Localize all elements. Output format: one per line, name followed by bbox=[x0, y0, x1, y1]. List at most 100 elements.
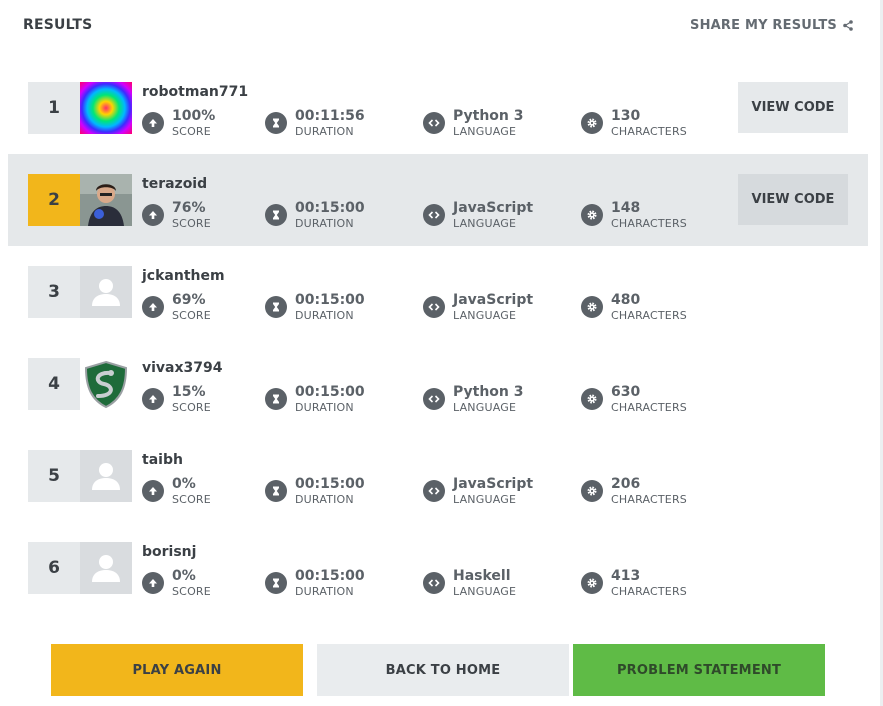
gear-icon bbox=[581, 388, 603, 410]
duration-label: DURATION bbox=[295, 309, 354, 322]
duration-label: DURATION bbox=[295, 493, 354, 506]
hourglass-icon bbox=[265, 296, 287, 318]
duration-stat: 00:15:00 DURATION bbox=[265, 474, 365, 508]
hourglass-icon bbox=[265, 572, 287, 594]
duration-value: 00:11:56 bbox=[295, 108, 365, 124]
play-again-button[interactable]: PLAY AGAIN bbox=[51, 644, 303, 696]
characters-label: CHARACTERS bbox=[611, 401, 687, 414]
avatar bbox=[80, 82, 132, 134]
arrow-up-icon bbox=[142, 296, 164, 318]
duration-value: 00:15:00 bbox=[295, 200, 365, 216]
language-label: LANGUAGE bbox=[453, 125, 517, 138]
duration-label: DURATION bbox=[295, 401, 354, 414]
score-value: 76% bbox=[172, 200, 206, 216]
score-stat: 0% SCORE bbox=[142, 566, 211, 600]
default-user-icon bbox=[92, 279, 120, 306]
duration-stat: 00:15:00 DURATION bbox=[265, 198, 365, 232]
characters-value: 480 bbox=[611, 292, 641, 308]
duration-value: 00:15:00 bbox=[295, 568, 365, 584]
characters-label: CHARACTERS bbox=[611, 125, 687, 138]
characters-label: CHARACTERS bbox=[611, 309, 687, 322]
language-label: LANGUAGE bbox=[453, 309, 517, 322]
score-label: SCORE bbox=[172, 585, 211, 598]
score-label: SCORE bbox=[172, 309, 211, 322]
username: robotman771 bbox=[142, 84, 249, 100]
characters-label: CHARACTERS bbox=[611, 493, 687, 506]
language-stat: Python 3 LANGUAGE bbox=[423, 382, 524, 416]
rank-badge: 6 bbox=[28, 542, 80, 594]
hourglass-icon bbox=[265, 480, 287, 502]
characters-label: CHARACTERS bbox=[611, 217, 687, 230]
share-results-button[interactable]: SHARE MY RESULTS bbox=[690, 18, 853, 33]
rank-badge: 3 bbox=[28, 266, 80, 318]
duration-value: 00:15:00 bbox=[295, 384, 365, 400]
language-value: Haskell bbox=[453, 568, 511, 584]
score-label: SCORE bbox=[172, 493, 211, 506]
page-title: RESULTS bbox=[23, 17, 93, 33]
score-value: 0% bbox=[172, 476, 196, 492]
characters-stat: 413 CHARACTERS bbox=[581, 566, 687, 600]
characters-label: CHARACTERS bbox=[611, 585, 687, 598]
code-icon bbox=[423, 572, 445, 594]
hourglass-icon bbox=[265, 204, 287, 226]
language-value: Python 3 bbox=[453, 384, 524, 400]
username: taibh bbox=[142, 452, 183, 468]
rainbow-avatar-image bbox=[80, 82, 132, 134]
code-icon bbox=[423, 204, 445, 226]
language-stat: JavaScript LANGUAGE bbox=[423, 198, 533, 232]
language-label: LANGUAGE bbox=[453, 217, 517, 230]
duration-value: 00:15:00 bbox=[295, 476, 365, 492]
code-icon bbox=[423, 112, 445, 134]
rank-badge: 4 bbox=[28, 358, 80, 410]
duration-value: 00:15:00 bbox=[295, 292, 365, 308]
arrow-up-icon bbox=[142, 204, 164, 226]
language-label: LANGUAGE bbox=[453, 493, 517, 506]
default-user-icon bbox=[92, 555, 120, 582]
rank-badge: 2 bbox=[28, 174, 80, 226]
language-label: LANGUAGE bbox=[453, 401, 517, 414]
avatar bbox=[80, 174, 132, 226]
arrow-up-icon bbox=[142, 572, 164, 594]
language-value: JavaScript bbox=[453, 292, 534, 308]
problem-statement-button[interactable]: PROBLEM STATEMENT bbox=[573, 644, 825, 696]
duration-stat: 00:15:00 DURATION bbox=[265, 290, 365, 324]
hourglass-icon bbox=[265, 388, 287, 410]
language-stat: JavaScript LANGUAGE bbox=[423, 474, 533, 508]
leaderboard-row-current-user: 2 terazoid 76% SCORE 00:15:00 DURATION Jav… bbox=[8, 154, 868, 246]
characters-stat: 206 CHARACTERS bbox=[581, 474, 687, 508]
share-icon bbox=[843, 20, 853, 31]
avatar bbox=[80, 266, 132, 318]
arrow-up-icon bbox=[142, 388, 164, 410]
avatar bbox=[80, 450, 132, 502]
view-code-button[interactable]: VIEW CODE bbox=[738, 174, 848, 225]
serpent-crest-avatar bbox=[84, 360, 128, 409]
code-icon bbox=[423, 388, 445, 410]
code-icon bbox=[423, 480, 445, 502]
characters-value: 148 bbox=[611, 200, 641, 216]
characters-value: 413 bbox=[611, 568, 641, 584]
characters-value: 630 bbox=[611, 384, 641, 400]
gear-icon bbox=[581, 572, 603, 594]
characters-value: 206 bbox=[611, 476, 641, 492]
leaderboard-row: 6 borisnj 0% SCORE 00:15:00 DURATION Haske… bbox=[8, 522, 868, 614]
back-to-home-button[interactable]: BACK TO HOME bbox=[317, 644, 569, 696]
avatar bbox=[80, 358, 132, 410]
characters-stat: 480 CHARACTERS bbox=[581, 290, 687, 324]
rank-badge: 5 bbox=[28, 450, 80, 502]
arrow-up-icon bbox=[142, 480, 164, 502]
share-label: SHARE MY RESULTS bbox=[690, 18, 837, 33]
gear-icon bbox=[581, 480, 603, 502]
score-value: 100% bbox=[172, 108, 216, 124]
username: jckanthem bbox=[142, 268, 225, 284]
gear-icon bbox=[581, 204, 603, 226]
score-value: 69% bbox=[172, 292, 206, 308]
language-stat: Haskell LANGUAGE bbox=[423, 566, 516, 600]
language-value: Python 3 bbox=[453, 108, 524, 124]
score-value: 0% bbox=[172, 568, 196, 584]
leaderboard-row: 5 taibh 0% SCORE 00:15:00 DURATION JavaScr… bbox=[8, 430, 868, 522]
leaderboard-row: 1 robotman771 100% SCORE 00:11:56 DURATIO bbox=[8, 62, 868, 154]
duration-label: DURATION bbox=[295, 125, 354, 138]
characters-value: 130 bbox=[611, 108, 641, 124]
username: vivax3794 bbox=[142, 360, 223, 376]
view-code-button[interactable]: VIEW CODE bbox=[738, 82, 848, 133]
